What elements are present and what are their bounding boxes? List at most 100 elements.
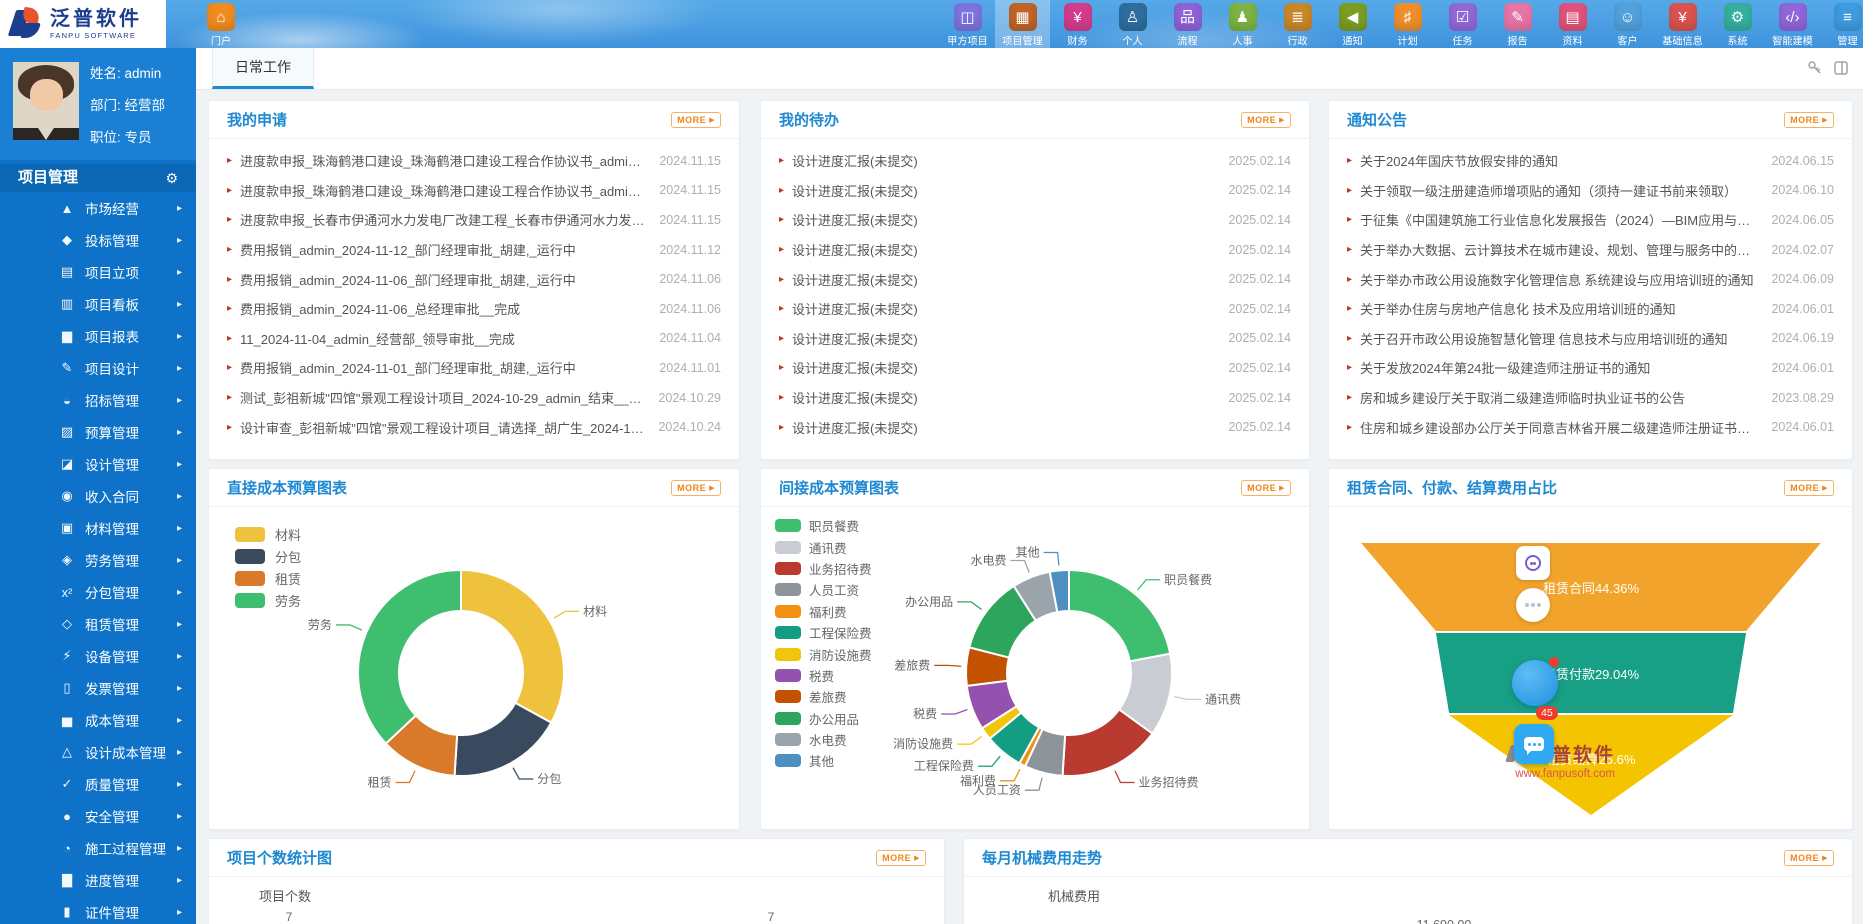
legend-item[interactable]: 职员餐费: [775, 515, 872, 536]
sidebar-menu-item[interactable]: ▆项目报表▸: [0, 320, 196, 352]
nav-item[interactable]: ◀通知: [1325, 0, 1380, 48]
list-item[interactable]: ▸设计进度汇报(未提交)2025.02.14: [779, 264, 1291, 294]
nav-item[interactable]: ♙个人: [1105, 0, 1160, 48]
list-item[interactable]: ▸进度款申报_珠海鹤港口建设_珠海鹤港口建设工程合作协议书_admin_...2…: [227, 176, 721, 206]
chat-button[interactable]: [1514, 724, 1554, 764]
nav-item[interactable]: 品流程: [1160, 0, 1215, 48]
legend-item[interactable]: 办公用品: [775, 708, 872, 729]
list-item[interactable]: ▸关于举办市政公用设施数字化管理信息 系统建设与应用培训班的通知2024.06.…: [1347, 264, 1834, 294]
legend-item[interactable]: 其他: [775, 750, 872, 771]
legend-item[interactable]: 分包: [235, 545, 301, 567]
list-item[interactable]: ▸设计进度汇报(未提交)2025.02.14: [779, 324, 1291, 354]
legend-item[interactable]: 福利费: [775, 601, 872, 622]
list-item[interactable]: ▸关于2024年国庆节放假安排的通知2024.06.15: [1347, 146, 1834, 176]
list-item[interactable]: ▸设计进度汇报(未提交)2025.02.14: [779, 205, 1291, 235]
list-item[interactable]: ▸关于召开市政公用设施智慧化管理 信息技术与应用培训班的通知2024.06.19: [1347, 324, 1834, 354]
sidebar-menu-item[interactable]: ▮证件管理▸: [0, 896, 196, 924]
funnel-section[interactable]: 租赁合同44.36%: [1356, 543, 1826, 631]
legend-item[interactable]: 工程保险费: [775, 622, 872, 643]
sidebar-menu-item[interactable]: ◪设计管理▸: [0, 448, 196, 480]
list-item[interactable]: ▸测试_彭祖新城"四馆"景观工程设计项目_2024-10-29_admin_结束…: [227, 383, 721, 413]
more-button[interactable]: MORE▶: [1784, 112, 1834, 128]
legend-item[interactable]: 材料: [235, 523, 301, 545]
list-item[interactable]: ▸费用报销_admin_2024-11-06_部门经理审批_胡建,_运行中202…: [227, 264, 721, 294]
list-item[interactable]: ▸进度款申报_长春市伊通河水力发电厂改建工程_长春市伊通河水力发电...2024…: [227, 205, 721, 235]
nav-item[interactable]: ▦项目管理: [995, 0, 1050, 48]
tab-daily-work[interactable]: 日常工作: [212, 48, 314, 89]
more-button[interactable]: MORE▶: [1241, 480, 1291, 496]
service-bubble-button[interactable]: [1512, 660, 1558, 706]
list-item[interactable]: ▸设计进度汇报(未提交)2025.02.14: [779, 146, 1291, 176]
legend-item[interactable]: 水电费: [775, 729, 872, 750]
sidebar-menu-item[interactable]: ●安全管理▸: [0, 800, 196, 832]
sidebar-menu-item[interactable]: ▨预算管理▸: [0, 416, 196, 448]
legend-item[interactable]: 劳务: [235, 589, 301, 611]
list-item[interactable]: ▸关于发放2024年第24批一级建造师注册证书的通知2024.06.01: [1347, 353, 1834, 383]
sidebar-menu-item[interactable]: ▇进度管理▸: [0, 864, 196, 896]
nav-item[interactable]: ‹/›智能建模: [1765, 0, 1820, 48]
nav-item-portal[interactable]: ⌂ 门户: [200, 0, 242, 48]
sidebar-menu-item[interactable]: ▣材料管理▸: [0, 512, 196, 544]
panel-toggle-icon[interactable]: [1833, 60, 1849, 76]
nav-item[interactable]: ♟人事: [1215, 0, 1270, 48]
more-button[interactable]: MORE▶: [671, 112, 721, 128]
legend-item[interactable]: 租赁: [235, 567, 301, 589]
key-icon[interactable]: [1807, 60, 1823, 76]
funnel-section[interactable]: 租赁付款29.04%: [1356, 633, 1826, 713]
sidebar-menu-item[interactable]: ◇租赁管理▸: [0, 608, 196, 640]
donut-slice[interactable]: [461, 570, 564, 723]
more-button[interactable]: MORE▶: [1784, 850, 1834, 866]
nav-item[interactable]: ◫甲方项目: [940, 0, 995, 48]
nav-item[interactable]: ✎报告: [1490, 0, 1545, 48]
nav-item[interactable]: ≣行政: [1270, 0, 1325, 48]
donut-slice[interactable]: [1069, 570, 1170, 661]
sidebar-menu-item[interactable]: ◒招标管理▸: [0, 384, 196, 416]
list-item[interactable]: ▸关于举办住房与房地产信息化 技术及应用培训班的通知2024.06.01: [1347, 294, 1834, 324]
nav-item[interactable]: ☑任务: [1435, 0, 1490, 48]
list-item[interactable]: ▸设计审查_彭祖新城"四馆"景观工程设计项目_请选择_胡广生_2024-10-2…: [227, 412, 721, 442]
list-item[interactable]: ▸设计进度汇报(未提交)2025.02.14: [779, 235, 1291, 265]
nav-item[interactable]: ¥基础信息: [1655, 0, 1710, 48]
list-item[interactable]: ▸11_2024-11-04_admin_经营部_领导审批__完成2024.11…: [227, 324, 721, 354]
sidebar-menu-item[interactable]: ◆投标管理▸: [0, 224, 196, 256]
list-item[interactable]: ▸费用报销_admin_2024-11-12_部门经理审批_胡建,_运行中202…: [227, 235, 721, 265]
nav-item[interactable]: ♯计划: [1380, 0, 1435, 48]
legend-item[interactable]: 差旅费: [775, 686, 872, 707]
list-item[interactable]: ▸设计进度汇报(未提交)2025.02.14: [779, 176, 1291, 206]
sidebar-menu-item[interactable]: ◔施工过程管理▸: [0, 832, 196, 864]
sidebar-menu-item[interactable]: ▤项目立项▸: [0, 256, 196, 288]
legend-item[interactable]: 业务招待费: [775, 558, 872, 579]
legend-item[interactable]: 消防设施费: [775, 643, 872, 664]
donut-slice[interactable]: [455, 703, 552, 776]
list-item[interactable]: ▸设计进度汇报(未提交)2025.02.14: [779, 412, 1291, 442]
sidebar-menu-item[interactable]: ▯发票管理▸: [0, 672, 196, 704]
list-item[interactable]: ▸于征集《中国建筑施工行业信息化发展报告（2024）—BIM应用与发展》材料..…: [1347, 205, 1834, 235]
list-item[interactable]: ▸设计进度汇报(未提交)2025.02.14: [779, 383, 1291, 413]
sidebar-menu-item[interactable]: ▥项目看板▸: [0, 288, 196, 320]
gear-icon[interactable]: ⚙: [165, 164, 178, 192]
list-item[interactable]: ▸进度款申报_珠海鹤港口建设_珠海鹤港口建设工程合作协议书_admin_...2…: [227, 146, 721, 176]
nav-item[interactable]: ≡管理: [1820, 0, 1863, 48]
list-item[interactable]: ▸费用报销_admin_2024-11-06_总经理审批__完成2024.11.…: [227, 294, 721, 324]
donut-slice[interactable]: [358, 570, 461, 744]
more-button[interactable]: MORE▶: [671, 480, 721, 496]
list-item[interactable]: ▸设计进度汇报(未提交)2025.02.14: [779, 353, 1291, 383]
list-item[interactable]: ▸住房和城乡建设部办公厅关于同意吉林省开展二级建造师注册证书电子化试点...20…: [1347, 412, 1834, 442]
more-button[interactable]: MORE▶: [1241, 112, 1291, 128]
sidebar-menu-item[interactable]: ▅成本管理▸: [0, 704, 196, 736]
list-item[interactable]: ▸关于举办大数据、云计算技术在城市建设、规划、管理与服务中的应用培训班...20…: [1347, 235, 1834, 265]
legend-item[interactable]: 税费: [775, 665, 872, 686]
sidebar-menu-item[interactable]: ✓质量管理▸: [0, 768, 196, 800]
legend-item[interactable]: 人员工资: [775, 579, 872, 600]
assistant-button[interactable]: [1516, 546, 1550, 580]
sidebar-menu-item[interactable]: ◉收入合同▸: [0, 480, 196, 512]
more-button[interactable]: MORE▶: [1784, 480, 1834, 496]
sidebar-menu-item[interactable]: ⚡设备管理▸: [0, 640, 196, 672]
quick-tools-button[interactable]: [1516, 588, 1550, 622]
nav-item[interactable]: ⚙系统: [1710, 0, 1765, 48]
nav-item[interactable]: ¥财务: [1050, 0, 1105, 48]
sidebar-menu-item[interactable]: ◈劳务管理▸: [0, 544, 196, 576]
more-button[interactable]: MORE▶: [876, 850, 926, 866]
list-item[interactable]: ▸设计进度汇报(未提交)2025.02.14: [779, 294, 1291, 324]
nav-item[interactable]: ☺客户: [1600, 0, 1655, 48]
